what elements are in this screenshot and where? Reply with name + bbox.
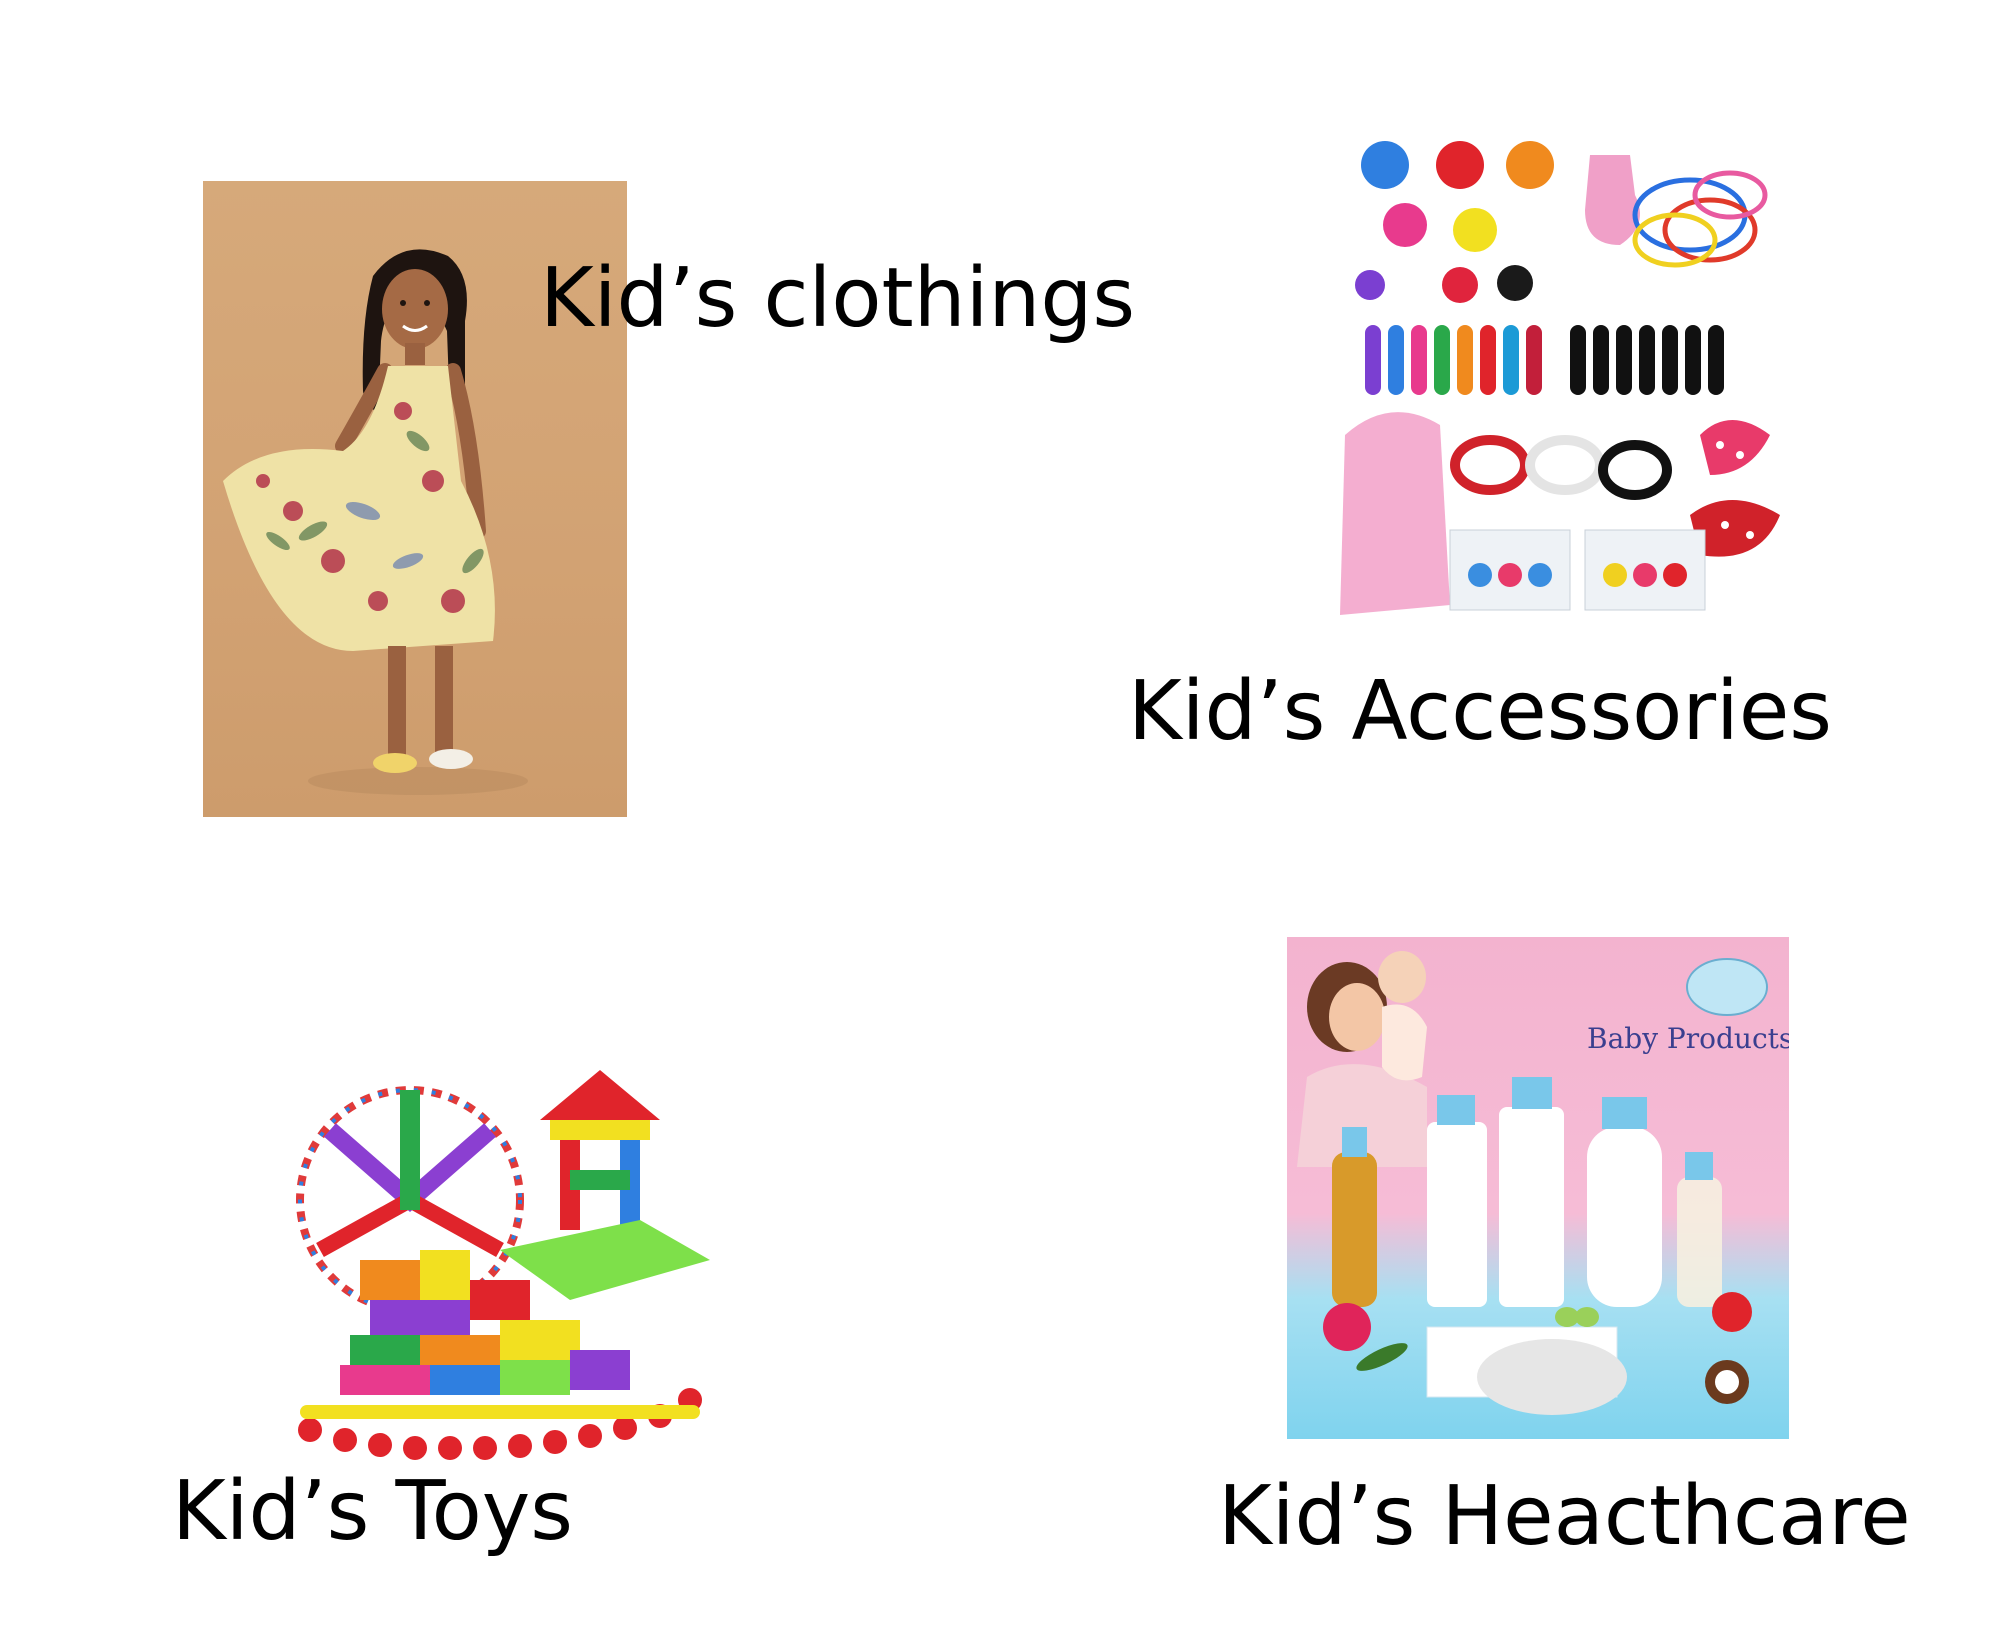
category-label-clothing[interactable]: Kid’s clothings xyxy=(540,258,1135,340)
category-label-accessories[interactable]: Kid’s Accessories xyxy=(1128,671,1832,753)
toys-image[interactable] xyxy=(280,1060,720,1470)
baby-products-banner: Baby Products xyxy=(1587,1022,1789,1055)
accessories-image[interactable] xyxy=(1330,135,1830,635)
hair-accessories-illustration xyxy=(1340,141,1780,615)
category-label-healthcare[interactable]: Kid’s Heacthcare xyxy=(1218,1476,1911,1558)
baby-products-illustration xyxy=(1297,951,1768,1415)
healthcare-image[interactable]: Baby Products xyxy=(1287,937,1789,1439)
category-label-toys[interactable]: Kid’s Toys xyxy=(172,1471,573,1553)
building-blocks-illustration xyxy=(296,1070,710,1460)
